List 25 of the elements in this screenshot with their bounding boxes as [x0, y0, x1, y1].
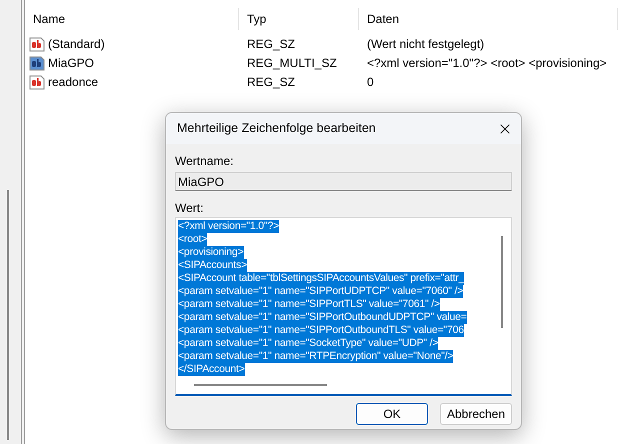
value-name-field[interactable]: MiaGPO — [175, 172, 512, 191]
value-type: REG_MULTI_SZ — [246, 54, 338, 72]
value-name[interactable]: readonce — [48, 72, 98, 90]
value-name[interactable]: MiaGPO — [48, 54, 94, 72]
field-label: Wert: — [175, 200, 204, 215]
scrollbar-thumb[interactable] — [501, 236, 503, 328]
column-header[interactable]: Daten — [359, 8, 618, 30]
dialog-button[interactable]: OK — [356, 403, 428, 425]
value-type: REG_SZ — [246, 36, 296, 52]
scrollbar-thumb[interactable] — [194, 384, 327, 386]
registry-value-icon — [29, 36, 45, 52]
registry-value-icon — [29, 74, 45, 90]
dialog-button[interactable]: Abbrechen — [440, 403, 512, 425]
value-data: 0 — [366, 74, 375, 90]
value-text-area[interactable] — [175, 217, 512, 396]
value-name[interactable]: (Standard) — [48, 34, 105, 52]
registry-value-icon — [29, 54, 45, 70]
field-label: Wertname: — [175, 153, 234, 168]
value-data: (Wert nicht festgelegt) — [366, 36, 486, 52]
dialog-title: Mehrteilige Zeichenfolge bearbeiten — [177, 120, 376, 138]
column-header[interactable]: Typ — [239, 8, 359, 30]
column-header[interactable]: Name — [25, 8, 239, 30]
value-data: <?xml version="1.0"?> <root> <provisioning> — [366, 54, 608, 72]
scrollbar-thumb[interactable] — [7, 190, 9, 440]
value-type: REG_SZ — [246, 74, 296, 90]
